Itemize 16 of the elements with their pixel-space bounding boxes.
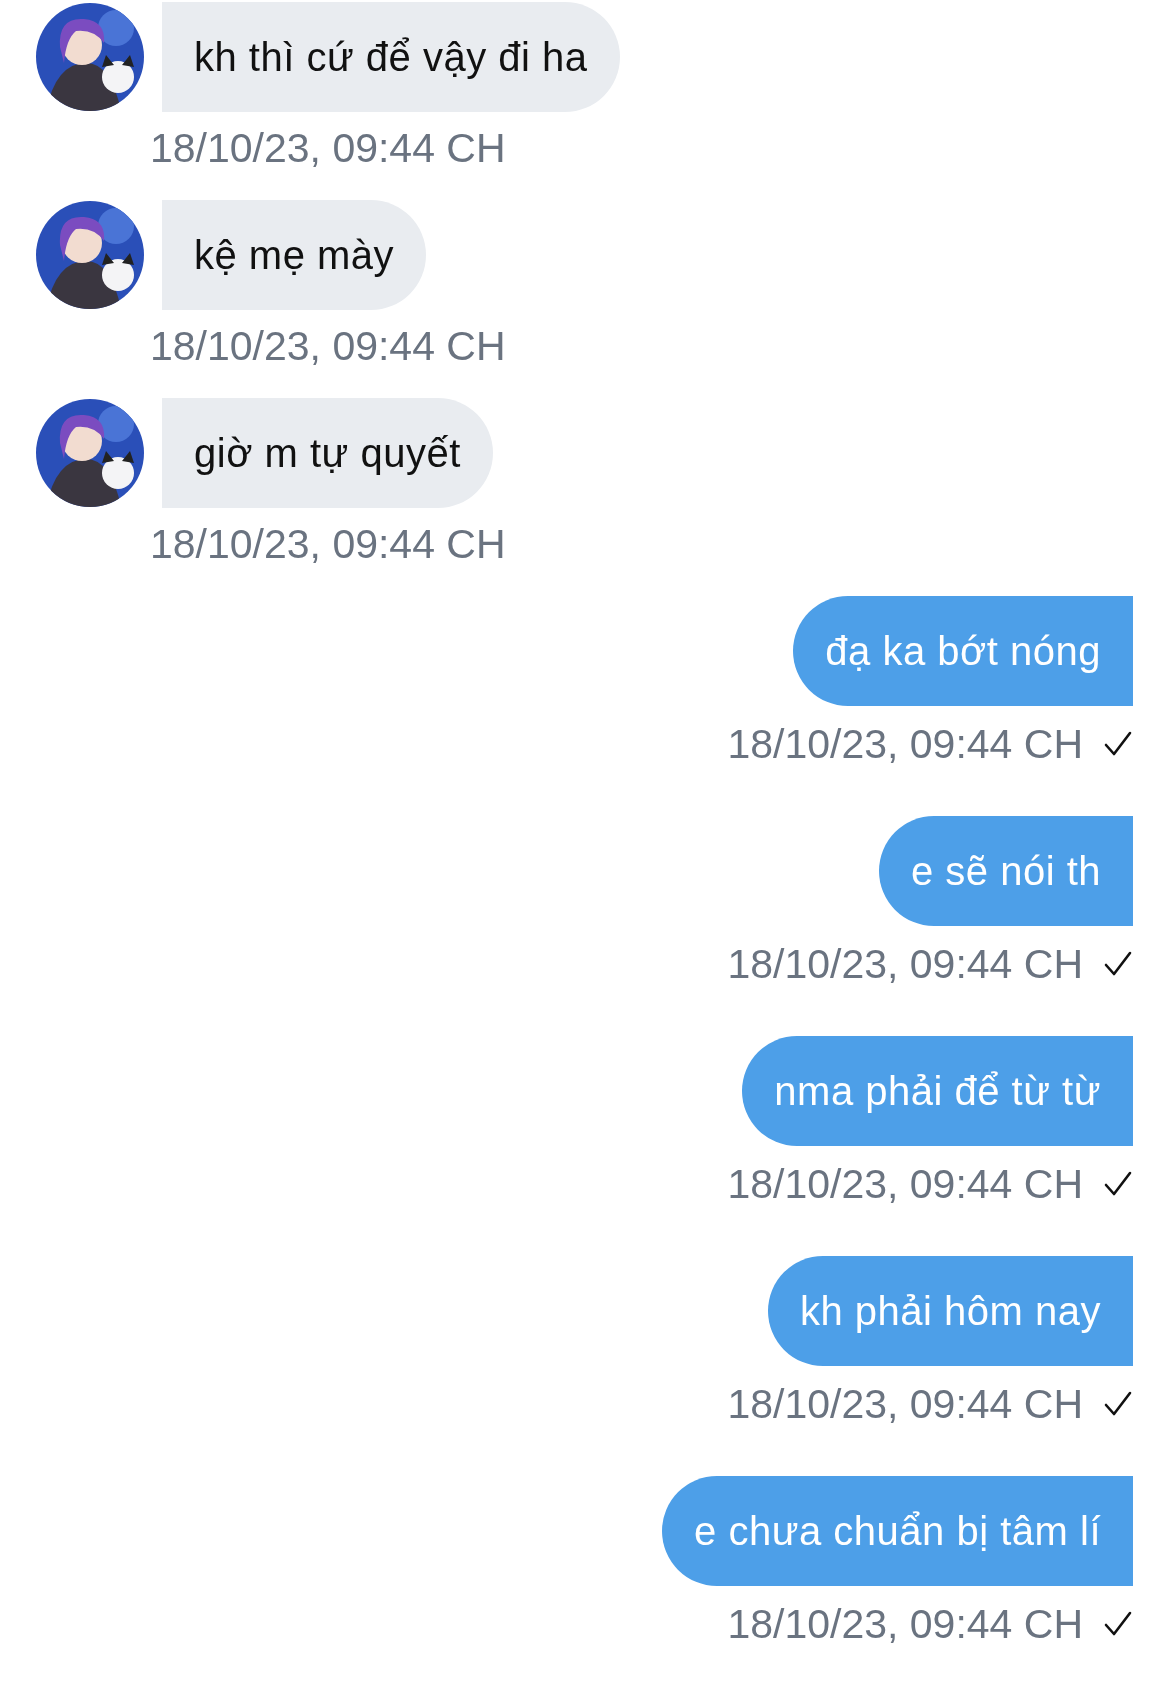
message-bubble: giờ m tự quyết bbox=[162, 398, 493, 508]
message-bubble: kh phải hôm nay bbox=[768, 1256, 1133, 1366]
timestamp: 18/10/23, 09:44 CH bbox=[150, 322, 506, 370]
timestamp: 18/10/23, 09:44 CH bbox=[727, 1600, 1083, 1648]
message-bubble: nma phải để từ từ bbox=[742, 1036, 1133, 1146]
timestamp: 18/10/23, 09:44 CH bbox=[150, 124, 506, 172]
message-bubble: e chưa chuẩn bị tâm lí bbox=[662, 1476, 1133, 1586]
timestamp: 18/10/23, 09:44 CH bbox=[150, 520, 506, 568]
message-bubble: kh thì cứ để vậy đi ha bbox=[162, 2, 620, 112]
timestamp: 18/10/23, 09:44 CH bbox=[727, 940, 1083, 988]
timestamp: 18/10/23, 09:44 CH bbox=[727, 720, 1083, 768]
timestamp: 18/10/23, 09:44 CH bbox=[727, 1380, 1083, 1428]
message-bubble: kệ mẹ mày bbox=[162, 200, 427, 310]
message-bubble: đạ ka bớt nóng bbox=[793, 596, 1133, 706]
timestamp: 18/10/23, 09:44 CH bbox=[727, 1160, 1083, 1208]
message-bubble: e sẽ nói th bbox=[878, 816, 1133, 926]
